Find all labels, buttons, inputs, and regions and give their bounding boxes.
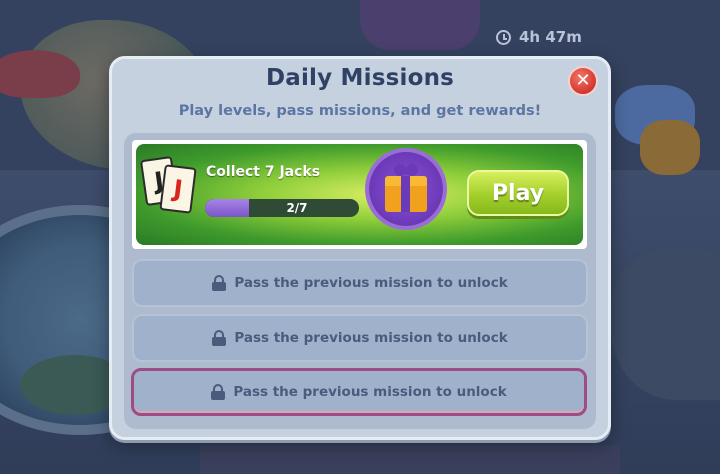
- mission-progress-bar: 2/7: [205, 199, 359, 217]
- jack-card-icon: J: [159, 164, 197, 214]
- locked-mission: Pass the previous mission to unlock: [131, 368, 587, 416]
- lock-icon: [212, 275, 227, 291]
- tower-decoration: [360, 0, 480, 50]
- reward-badge: [369, 152, 443, 226]
- mission-name: Collect 7 Jacks: [206, 164, 321, 180]
- mushroom-decoration: [0, 50, 80, 98]
- timer-text: 4h 47m: [519, 28, 582, 46]
- lock-icon: [211, 384, 226, 400]
- locked-mission-label: Pass the previous mission to unlock: [233, 384, 507, 400]
- locked-mission-label: Pass the previous mission to unlock: [234, 275, 508, 291]
- progress-text: 2/7: [286, 201, 308, 215]
- locked-mission-label: Pass the previous mission to unlock: [234, 330, 508, 346]
- lock-icon: [212, 330, 227, 346]
- close-button[interactable]: ✕: [568, 66, 598, 96]
- clock-icon: [496, 29, 511, 45]
- cat-decoration: [640, 120, 700, 175]
- active-mission-card: J J Collect 7 Jacks 2/7 Play: [132, 140, 587, 249]
- locked-mission: Pass the previous mission to unlock: [132, 259, 588, 307]
- play-button[interactable]: Play: [467, 170, 569, 216]
- dialog-title: Daily Missions: [265, 65, 455, 91]
- active-mission-panel: J J Collect 7 Jacks 2/7 Play: [136, 144, 583, 245]
- locked-mission: Pass the previous mission to unlock: [132, 314, 588, 362]
- mission-timer: 4h 47m: [496, 26, 582, 48]
- gift-icon: [385, 176, 427, 212]
- bottom-rail: [200, 445, 620, 474]
- dialog-subtitle: Play levels, pass missions, and get rewa…: [178, 103, 542, 119]
- close-icon: ✕: [575, 70, 591, 91]
